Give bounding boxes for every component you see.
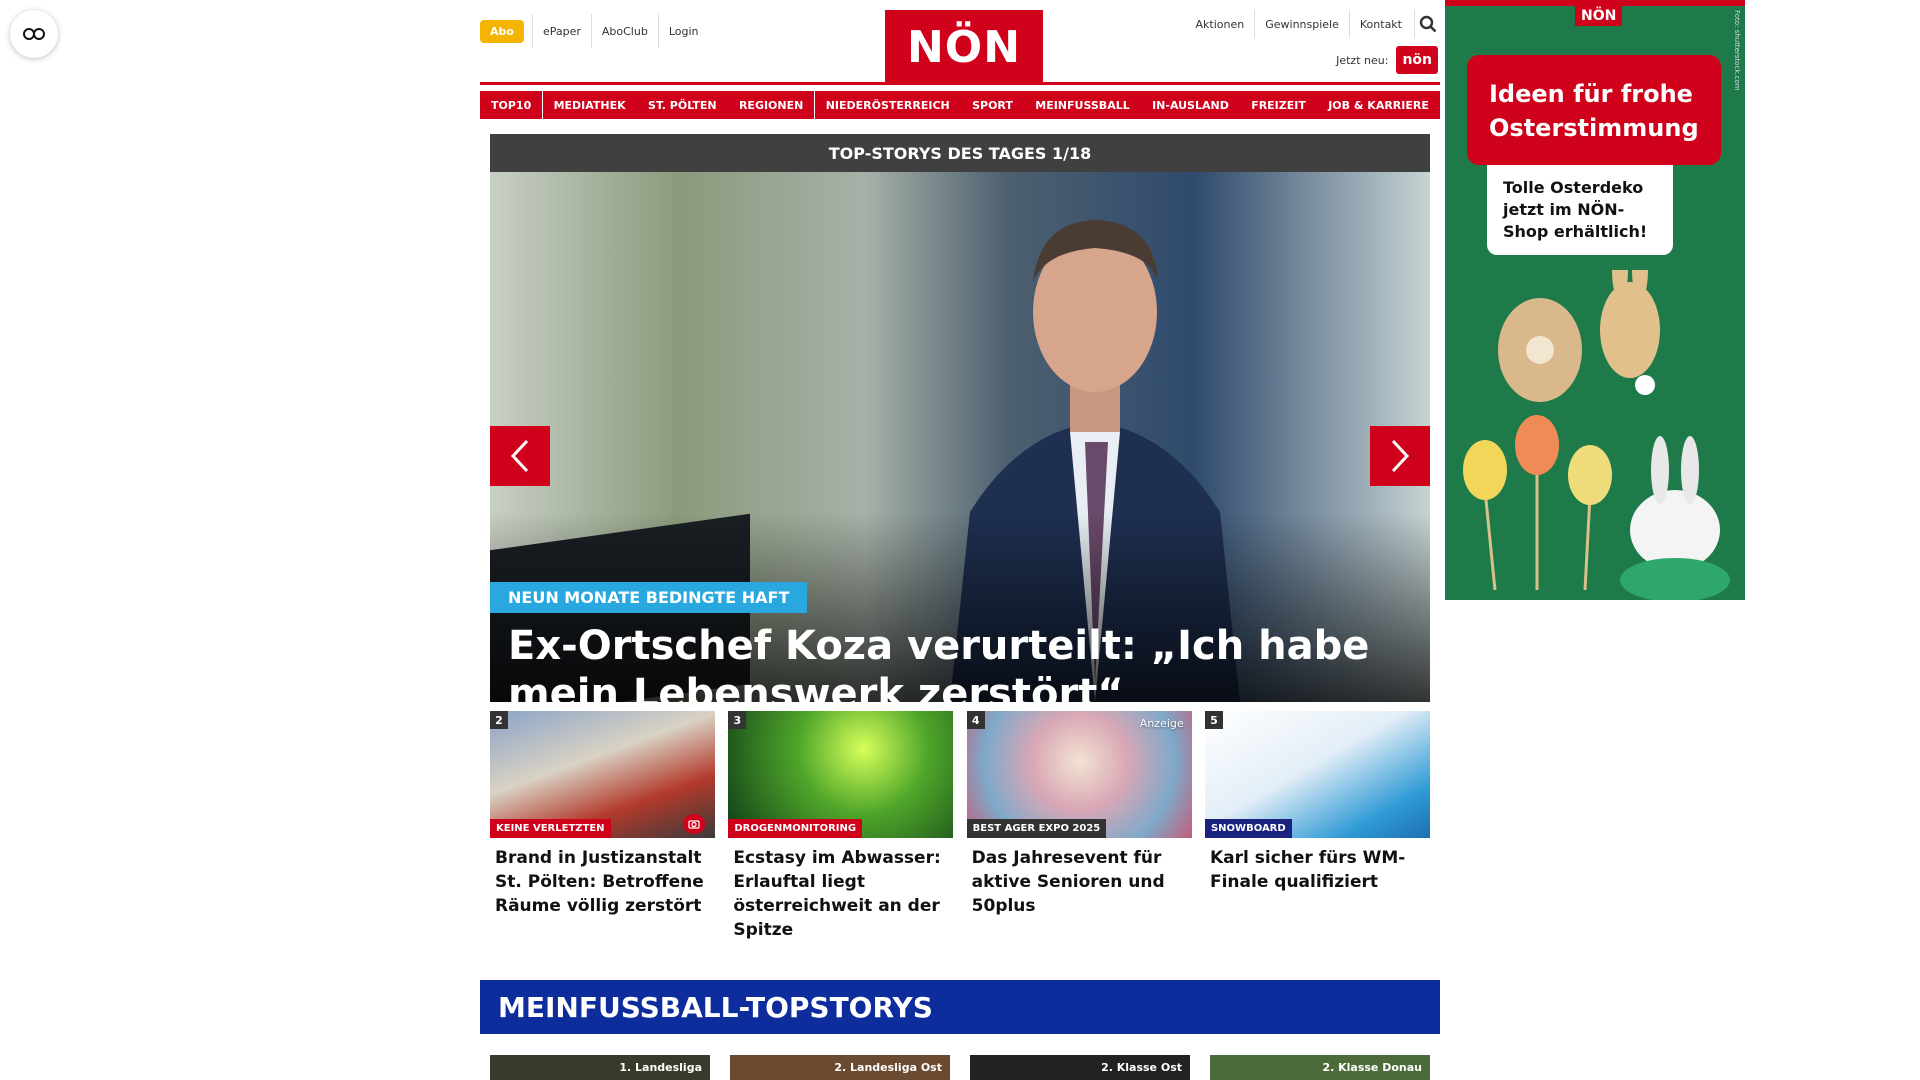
section-heading[interactable]: MEINFUSSBALL-TOPSTORYS [480,980,1440,1034]
ad-headline: Ideen für frohe Osterstimmung [1467,55,1721,165]
nav-regionen[interactable]: REGIONEN [727,91,815,119]
easter-ad-banner[interactable]: NÖN Foto: shutterstock.com Ideen für fro… [1445,0,1745,600]
nav-job-karriere[interactable]: JOB & KARRIERE [1317,91,1440,119]
football-card[interactable]: 2. Landesliga Ost [730,1055,950,1080]
easter-decoration [1463,270,1730,600]
story-image[interactable]: 3 DROGENMONITORING [728,711,954,838]
nav-in-ausland[interactable]: IN-AUSLAND [1141,91,1240,119]
ad-subtext: Tolle Osterdeko jetzt im NÖN-Shop erhält… [1487,165,1673,255]
story-image[interactable]: 5 SNOWBOARD [1204,711,1430,838]
story-kicker: SNOWBOARD [1204,819,1292,838]
nav-mediathek[interactable]: MEDIATHEK [542,91,637,119]
camera-icon [683,814,705,834]
jetzt-neu: Jetzt neu: nön [1336,46,1438,74]
story-title[interactable]: Brand in Justizanstalt St. Pölten: Betro… [495,846,710,918]
hero-image[interactable]: NEUN MONATE BEDINGTE HAFT Ex-Ortschef Ko… [490,172,1430,702]
story-number: 2 [490,711,508,729]
story-card[interactable]: 3 DROGENMONITORING Ecstasy im Abwasser: … [728,711,954,942]
football-card[interactable]: 2. Klasse Donau [1210,1055,1430,1080]
header-divider [480,82,1440,85]
top-right-links: Aktionen Gewinnspiele Kontakt [1186,10,1440,38]
search-icon[interactable] [1414,10,1440,38]
nav-meinfussball[interactable]: MEINFUSSBALL [1024,91,1141,119]
story-title[interactable]: Ecstasy im Abwasser: Erlauftal liegt öst… [733,846,948,942]
ad-label: Anzeige [1139,717,1184,730]
chevron-left-icon [510,439,529,473]
slider-next-button[interactable] [1370,426,1430,486]
aktionen-link[interactable]: Aktionen [1186,10,1255,38]
story-number: 3 [728,711,747,729]
hero-headline[interactable]: Ex-Ortschef Koza verurteilt: „Ich habe m… [508,622,1388,702]
league-label: 2. Klasse Donau [1322,1061,1422,1074]
slider-title: TOP-STORYS DES TAGES 1/18 [490,134,1430,172]
nav-st-poelten[interactable]: ST. PÖLTEN [637,91,728,119]
football-card[interactable]: 1. Landesliga [490,1055,710,1080]
story-image[interactable]: 4 Anzeige BEST AGER EXPO 2025 [966,711,1192,838]
site-header: Abo ePaper AboClub Login NÖN Aktionen Ge… [480,0,1440,84]
glasses-icon [23,28,45,40]
league-label: 1. Landesliga [619,1061,702,1074]
accessibility-button[interactable] [10,10,58,58]
top-stories-slider: TOP-STORYS DES TAGES 1/18 NEUN MONATE BE… [490,134,1430,702]
gewinnspiele-link[interactable]: Gewinnspiele [1254,10,1349,38]
abo-button[interactable]: Abo [480,19,524,43]
league-label: 2. Landesliga Ost [834,1061,942,1074]
nav-top10[interactable]: TOP10 [480,91,543,119]
story-kicker: KEINE VERLETZTEN [490,819,611,838]
story-title[interactable]: Das Jahresevent für aktive Senioren und … [972,846,1187,918]
story-card[interactable]: 5 SNOWBOARD Karl sicher fürs WM-Finale q… [1204,711,1430,942]
football-card[interactable]: 2. Klasse Ost [970,1055,1190,1080]
story-kicker: DROGENMONITORING [728,819,863,838]
story-cards: 2 KEINE VERLETZTEN Brand in Justizanstal… [490,711,1430,942]
story-image[interactable]: 2 KEINE VERLETZTEN [490,711,715,838]
aboclub-link[interactable]: AboClub [590,14,658,48]
login-link[interactable]: Login [657,14,709,48]
football-cards: 1. Landesliga 2. Landesliga Ost 2. Klass… [490,1055,1430,1080]
jetzt-neu-label: Jetzt neu: [1336,53,1389,67]
kontakt-link[interactable]: Kontakt [1348,10,1412,38]
hero-kicker[interactable]: NEUN MONATE BEDINGTE HAFT [490,582,808,613]
nav-niederoesterreich[interactable]: NIEDERÖSTERREICH [814,91,961,119]
main-nav: TOP10 MEDIATHEK ST. PÖLTEN REGIONEN NIED… [480,91,1440,119]
story-title[interactable]: Karl sicher fürs WM-Finale qualifiziert [1210,846,1425,894]
jetzt-neu-badge[interactable]: nön [1396,46,1438,74]
ad-photo-credit: Foto: shutterstock.com [1733,10,1741,91]
story-number: 4 [966,711,985,729]
ad-logo: NÖN [1575,6,1623,26]
slider-prev-button[interactable] [490,426,550,486]
epaper-link[interactable]: ePaper [531,14,591,48]
chevron-right-icon [1391,439,1410,473]
story-number: 5 [1204,711,1223,729]
story-kicker: BEST AGER EXPO 2025 [966,819,1107,838]
story-card[interactable]: 2 KEINE VERLETZTEN Brand in Justizanstal… [490,711,715,942]
league-label: 2. Klasse Ost [1101,1061,1182,1074]
nav-freizeit[interactable]: FREIZEIT [1240,91,1317,119]
nav-sport[interactable]: SPORT [961,91,1024,119]
story-card[interactable]: 4 Anzeige BEST AGER EXPO 2025 Das Jahres… [966,711,1192,942]
noen-logo[interactable]: NÖN [885,10,1043,84]
top-left-links: Abo ePaper AboClub Login [480,14,709,48]
